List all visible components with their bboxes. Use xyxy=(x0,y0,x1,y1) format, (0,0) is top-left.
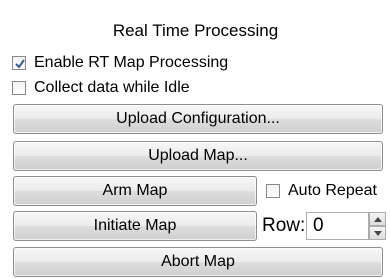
real-time-processing-panel: Real Time Processing Enable RT Map Proce… xyxy=(0,0,391,278)
collect-idle-label: Collect data while Idle xyxy=(34,79,190,96)
spin-down-icon xyxy=(373,230,382,236)
panel-title: Real Time Processing xyxy=(112,21,279,40)
checkmark-icon xyxy=(15,59,25,69)
collect-idle-checkbox[interactable] xyxy=(12,81,26,95)
initiate-map-button[interactable]: Initiate Map xyxy=(13,211,257,241)
enable-rt-checkbox-row[interactable]: Enable RT Map Processing xyxy=(12,52,228,74)
upload-configuration-button[interactable]: Upload Configuration... xyxy=(13,104,383,134)
enable-rt-checkbox[interactable] xyxy=(12,56,26,70)
spin-down-button[interactable] xyxy=(369,226,386,240)
auto-repeat-checkbox-row[interactable]: Auto Repeat xyxy=(266,180,377,202)
abort-map-button[interactable]: Abort Map xyxy=(13,247,383,277)
row-label: Row: xyxy=(262,215,306,236)
arm-map-button[interactable]: Arm Map xyxy=(13,176,257,206)
auto-repeat-checkbox[interactable] xyxy=(266,184,280,198)
enable-rt-label: Enable RT Map Processing xyxy=(34,54,229,71)
spin-up-icon xyxy=(373,216,382,222)
auto-repeat-label: Auto Repeat xyxy=(288,182,377,199)
row-spinbox-input[interactable] xyxy=(306,212,369,240)
collect-idle-checkbox-row[interactable]: Collect data while Idle xyxy=(12,77,190,99)
spin-up-button[interactable] xyxy=(369,212,386,226)
upload-map-button[interactable]: Upload Map... xyxy=(13,141,383,171)
